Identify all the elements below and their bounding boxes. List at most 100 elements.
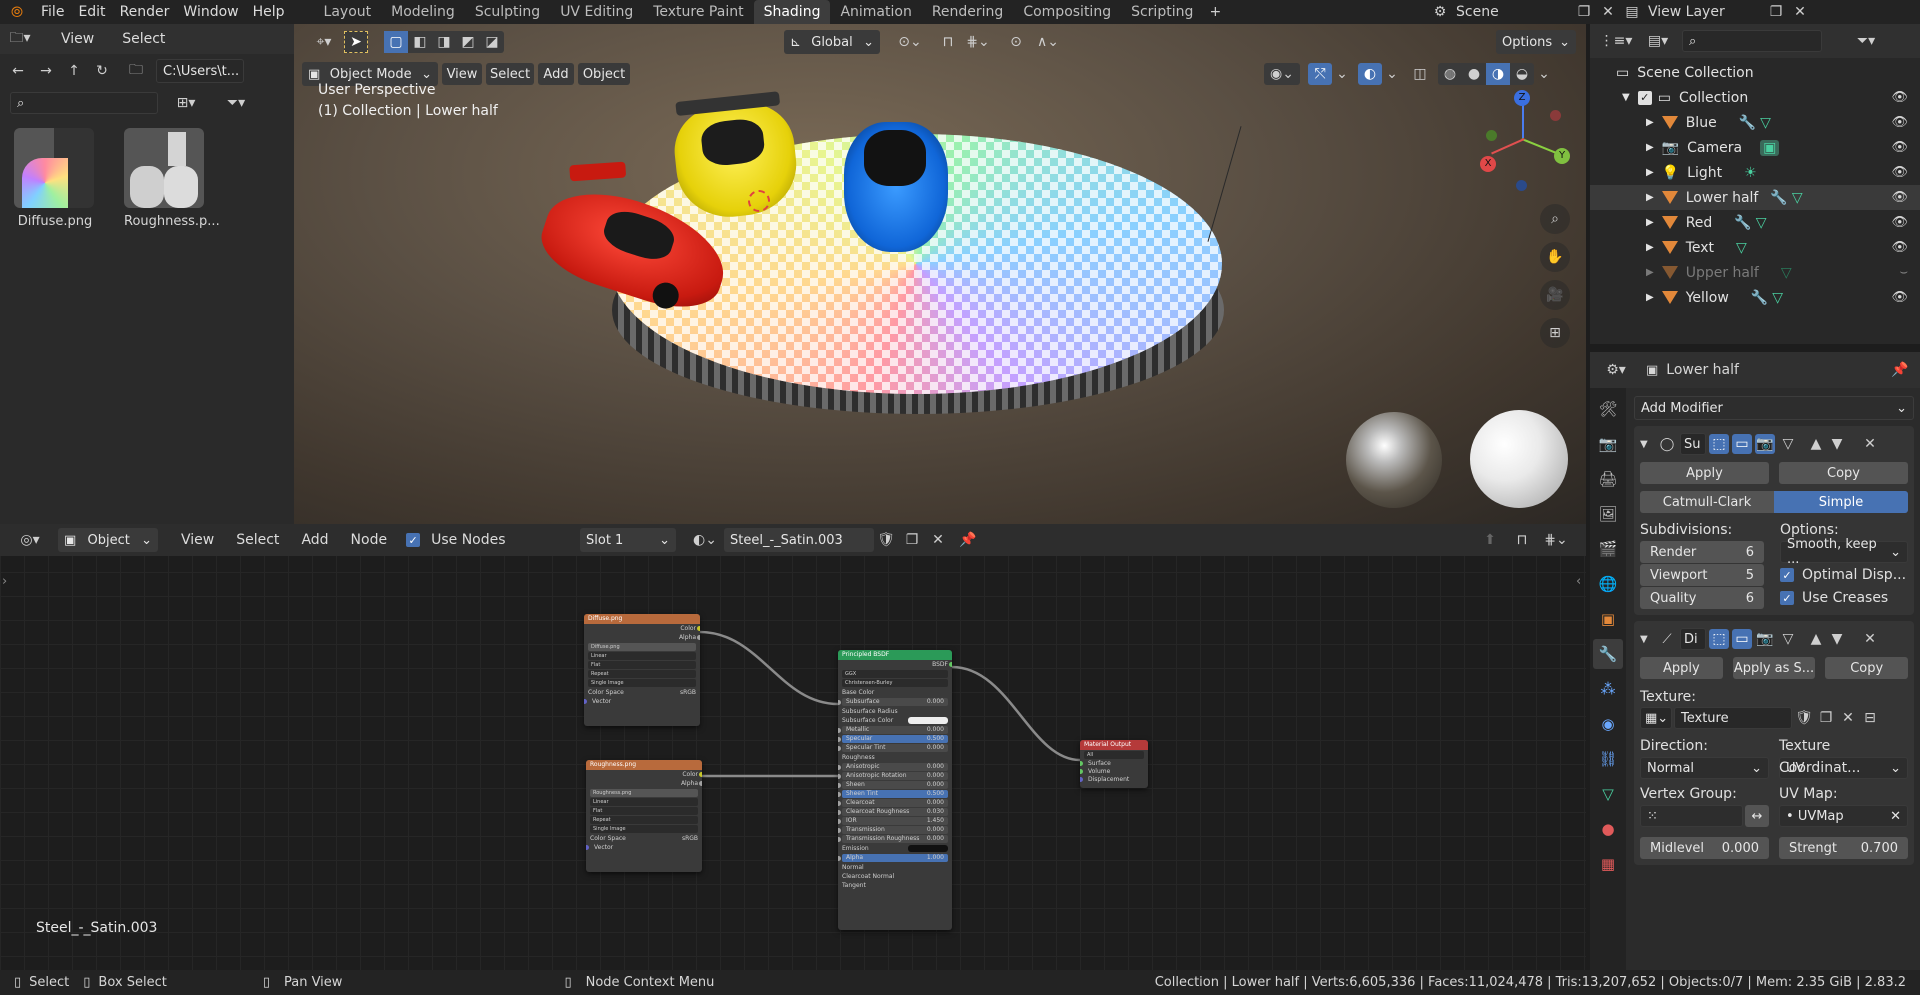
mesh-data-icon[interactable]: ▽ <box>1760 115 1771 131</box>
scene-icon[interactable]: ⚙ <box>1428 1 1452 23</box>
alpha-socket[interactable] <box>699 781 702 786</box>
mesh-data-icon[interactable]: ▽ <box>1756 215 1767 231</box>
input-socket[interactable] <box>838 765 841 770</box>
blue-car[interactable] <box>842 112 950 262</box>
collapse-arrow-icon[interactable]: ▼ <box>1640 634 1654 645</box>
output-props-icon[interactable]: 🖨 <box>1593 464 1623 494</box>
edit-mode-toggle-icon[interactable]: ⬚ <box>1709 434 1729 454</box>
eye-icon[interactable]: 👁 <box>1891 90 1908 105</box>
gizmo-neg-y[interactable] <box>1486 130 1497 141</box>
mesh-data-icon[interactable]: ▽ <box>1781 265 1792 281</box>
input-socket[interactable] <box>838 810 841 815</box>
gizmo-y-axis[interactable]: Y <box>1554 148 1570 164</box>
camera-view-icon[interactable]: 🎥 <box>1540 280 1570 310</box>
select-intersect-icon[interactable]: ◪ <box>480 31 504 53</box>
uv-map-field[interactable]: • UVMap ✕ <box>1779 805 1908 827</box>
tab-animation[interactable]: Animation <box>830 0 921 24</box>
outliner-editor-type-icon[interactable]: ⋮≡▾ <box>1598 30 1634 52</box>
tab-layout[interactable]: Layout <box>314 0 382 24</box>
view-layer-props-icon[interactable]: 🖼 <box>1593 499 1623 529</box>
input-socket[interactable] <box>838 737 841 742</box>
eye-closed-icon[interactable]: ⌣ <box>1899 265 1908 280</box>
ortho-grid-icon[interactable]: ⊞ <box>1540 318 1570 348</box>
outliner-item-red[interactable]: ▶ Red 🔧 ▽ 👁 <box>1590 210 1920 235</box>
add-modifier-dropdown[interactable]: Add Modifier ⌄ <box>1634 396 1914 420</box>
apply-button[interactable]: Apply <box>1640 462 1769 484</box>
outliner-item-blue[interactable]: ▶ Blue 🔧 ▽ 👁 <box>1590 110 1920 135</box>
volume-socket[interactable] <box>1080 769 1083 774</box>
input-socket[interactable] <box>838 801 841 806</box>
delete-view-layer-icon[interactable]: ✕ <box>1788 1 1812 23</box>
object-props-icon[interactable]: ▣ <box>1593 604 1623 634</box>
pin-icon[interactable]: 📌 <box>1888 359 1912 381</box>
select-extend-icon[interactable]: ◧ <box>408 31 432 53</box>
realtime-toggle-icon[interactable]: ▭ <box>1732 434 1752 454</box>
add-workspace-icon[interactable]: + <box>1203 1 1227 23</box>
modifier-wrench-icon[interactable]: 🔧 <box>1751 290 1768 306</box>
zoom-icon[interactable]: ⌕ <box>1540 204 1570 234</box>
viewport-add-menu[interactable]: Add <box>538 63 574 85</box>
tab-scripting[interactable]: Scripting <box>1121 0 1203 24</box>
eye-icon[interactable]: 👁 <box>1891 290 1908 305</box>
expand-arrow-icon[interactable]: ▶ <box>1646 192 1654 203</box>
vector-socket[interactable] <box>584 699 587 704</box>
gizmo-x-axis[interactable]: X <box>1480 156 1496 172</box>
path-field[interactable]: C:\Users\t... <box>156 59 244 83</box>
tab-compositing[interactable]: Compositing <box>1013 0 1121 24</box>
outliner-item-upper-half[interactable]: ▶ Upper half ▽ ⌣ <box>1590 260 1920 285</box>
material-props-icon[interactable]: ● <box>1593 814 1623 844</box>
properties-editor-type-icon[interactable]: ⚙▾ <box>1598 359 1634 381</box>
tab-shading[interactable]: Shading <box>753 0 831 24</box>
file-search-input[interactable]: ⌕ <box>10 92 158 114</box>
bsdf-socket[interactable] <box>949 662 952 667</box>
filter-icon[interactable]: ⏷▾ <box>1848 30 1884 52</box>
optimal-display-checkbox[interactable]: ✓ <box>1780 568 1794 582</box>
outliner-search-input[interactable]: ⌕ <box>1682 30 1822 52</box>
tab-modeling[interactable]: Modeling <box>381 0 465 24</box>
bsdf-input-row[interactable]: Subsurface Color <box>838 716 952 725</box>
input-socket[interactable] <box>838 700 841 705</box>
transform-orientation-dropdown[interactable]: ⊾ Global ⌄ <box>784 30 880 54</box>
scene-props-icon[interactable]: 🎬 <box>1593 534 1623 564</box>
outliner-item-camera[interactable]: ▶ 📷 Camera ▣ 👁 <box>1590 135 1920 160</box>
view-layer-name[interactable]: View Layer <box>1644 4 1764 20</box>
expand-arrow-icon[interactable]: ▶ <box>1646 217 1654 228</box>
remove-modifier-icon[interactable]: ✕ <box>1859 628 1881 650</box>
yellow-car[interactable] <box>665 90 808 237</box>
bsdf-input-row[interactable]: Sheen Tint 0.500 <box>838 790 948 798</box>
modifier-wrench-icon[interactable]: 🔧 <box>1770 190 1787 206</box>
color-socket[interactable] <box>697 626 700 631</box>
cage-toggle-icon[interactable]: ▽ <box>1778 434 1798 454</box>
simple-button[interactable]: Simple <box>1774 491 1908 513</box>
bsdf-input-row[interactable]: Sheen 0.000 <box>838 781 948 789</box>
texture-browse-icon[interactable]: ▦⌄ <box>1640 707 1672 729</box>
material-output-node[interactable]: Material Output All Surface Volume Displ… <box>1080 740 1148 788</box>
modifier-props-icon[interactable]: 🔧 <box>1593 639 1623 669</box>
gizmo-neg-z[interactable] <box>1516 180 1527 191</box>
texture-props-icon[interactable]: ▦ <box>1593 849 1623 879</box>
bsdf-input-row[interactable]: Transmission 0.000 <box>838 826 948 834</box>
bsdf-input-row[interactable]: Clearcoat 0.000 <box>838 799 948 807</box>
input-socket[interactable] <box>838 746 841 751</box>
file-thumb[interactable]: Diffuse.png <box>14 128 96 229</box>
expand-arrow-icon[interactable]: ▶ <box>1646 267 1654 278</box>
render-levels-field[interactable]: Render 6 <box>1640 541 1764 563</box>
image-field[interactable]: Roughness.png <box>590 789 698 797</box>
gizmo-z-axis[interactable]: Z <box>1514 90 1530 106</box>
viewport-view-menu[interactable]: View <box>442 63 482 85</box>
eye-icon[interactable]: 👁 <box>1891 190 1908 205</box>
pivot-icon[interactable]: ⊙⌄ <box>892 31 928 53</box>
collapse-arrow-icon[interactable]: ▼ <box>1622 92 1630 103</box>
expand-arrow-icon[interactable]: ▶ <box>1646 242 1654 253</box>
bsdf-input-row[interactable]: IOR 1.450 <box>838 817 948 825</box>
select-tool-icon[interactable]: ➤ <box>344 31 368 53</box>
select-new-icon[interactable]: ▢ <box>384 31 408 53</box>
bsdf-input-row[interactable]: Anisotropic Rotation 0.000 <box>838 772 948 780</box>
bsdf-input-row[interactable]: Specular 0.500 <box>838 735 948 743</box>
image-texture-node-diffuse[interactable]: Diffuse.png Color Alpha Diffuse.png Line… <box>584 614 700 726</box>
uv-smooth-dropdown[interactable]: Smooth, keep ... ⌄ <box>1780 537 1908 567</box>
scene-name[interactable]: Scene <box>1452 4 1572 20</box>
xray-icon[interactable]: ◫ <box>1408 63 1432 85</box>
file-thumb[interactable]: Roughness.p... <box>124 128 220 229</box>
display-mode-icon[interactable]: ⊞▾ <box>164 92 208 114</box>
